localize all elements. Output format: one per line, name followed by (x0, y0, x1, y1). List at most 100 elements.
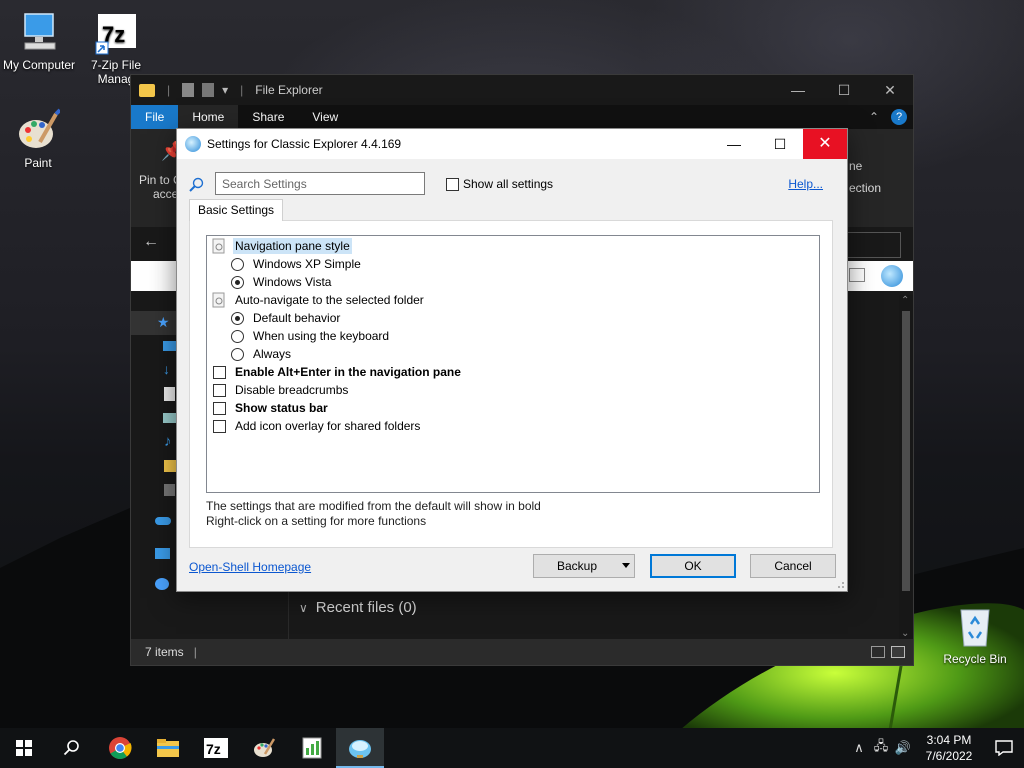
chevron-up-icon[interactable]: ⌃ (869, 110, 879, 124)
backup-button[interactable]: Backup (533, 554, 635, 578)
tree-radio-windows-vista[interactable]: Windows Vista (231, 273, 333, 291)
maximize-icon[interactable]: ☐ (757, 129, 803, 159)
dialog-title: Settings for Classic Explorer 4.4.169 (207, 137, 402, 151)
tree-item-label: When using the keyboard (253, 329, 390, 343)
tree-radio-using-keyboard[interactable]: When using the keyboard (231, 327, 391, 345)
scrollbar-thumb[interactable] (902, 311, 910, 591)
checkbox[interactable] (213, 383, 226, 397)
back-arrow-icon[interactable]: ← (143, 233, 159, 251)
tree-radio-xp-simple[interactable]: Windows XP Simple (231, 255, 363, 273)
tree-radio-always[interactable]: Always (231, 345, 293, 363)
volume-icon[interactable]: 🔊 (892, 740, 914, 756)
chevron-up-icon[interactable]: ∧ (848, 740, 870, 756)
recent-files-group[interactable]: ∨ Recent files (0) (299, 599, 417, 616)
chevron-down-icon[interactable]: ▾ (222, 83, 228, 97)
desktop-icon-paint[interactable]: Paint (0, 108, 76, 170)
open-shell-homepage-link[interactable]: Open-Shell Homepage (189, 560, 311, 574)
close-icon[interactable]: ✕ (803, 129, 847, 159)
taskbar-7zip[interactable]: 7z (192, 728, 240, 768)
settings-tree[interactable]: Navigation pane style Windows XP Simple … (206, 235, 820, 493)
right-click-note: Right-click on a setting for more functi… (206, 514, 427, 528)
explorer-titlebar[interactable]: | ▾ | File Explorer — ☐ ✕ (131, 75, 913, 105)
checkbox[interactable] (213, 401, 226, 415)
tab-basic-settings[interactable]: Basic Settings (189, 199, 284, 221)
tree-item-label: Show status bar (235, 401, 328, 415)
settings-dialog[interactable]: Settings for Classic Explorer 4.4.169 — … (176, 128, 848, 592)
ribbon-right-label: ne (849, 159, 863, 173)
radio-button[interactable] (231, 347, 244, 361)
tree-item-label: Always (253, 347, 292, 361)
minimize-icon[interactable]: — (775, 82, 821, 99)
taskbar-search-button[interactable] (48, 728, 96, 768)
help-link[interactable]: Help... (788, 177, 823, 191)
radio-button[interactable] (231, 275, 244, 289)
action-center-button[interactable] (984, 740, 1024, 756)
network-icon[interactable]: 🖧 (870, 737, 892, 759)
ribbon-right-label-2: ection (849, 181, 882, 195)
details-view-icon[interactable] (871, 646, 885, 658)
tab-view[interactable]: View (298, 105, 352, 129)
checkbox[interactable] (446, 177, 459, 191)
taskbar-paint[interactable] (240, 728, 288, 768)
toolbar-view-icon[interactable] (849, 268, 865, 282)
scroll-down-icon[interactable]: ⌄ (901, 628, 909, 639)
radio-button[interactable] (231, 329, 244, 343)
start-icon (16, 740, 32, 756)
tree-radio-default-behavior[interactable]: Default behavior (231, 309, 342, 327)
tree-group-navigation-pane-style[interactable]: Navigation pane style (211, 237, 352, 255)
desktop-icon-my-computer[interactable]: My Computer (1, 10, 77, 72)
pin-label-2: acce (153, 187, 179, 201)
taskbar-notepad-chart[interactable] (288, 728, 336, 768)
help-icon[interactable]: ? (891, 109, 907, 125)
desktop-icon-recycle-bin[interactable]: Recycle Bin (937, 604, 1013, 666)
tab-home[interactable]: Home (178, 105, 239, 129)
clock-date: 7/6/2022 (925, 749, 973, 763)
classic-shell-icon[interactable] (881, 265, 903, 287)
new-folder-icon[interactable] (202, 83, 215, 97)
file-explorer-icon (157, 739, 179, 757)
close-icon[interactable]: ✕ (867, 82, 913, 99)
paint-icon (16, 108, 62, 152)
taskbar-chrome[interactable] (96, 728, 144, 768)
tree-item-label: Windows Vista (253, 275, 332, 289)
radio-button[interactable] (231, 311, 244, 325)
tree-check-alt-enter[interactable]: Enable Alt+Enter in the navigation pane (213, 363, 463, 381)
search-icon (63, 740, 79, 756)
documents-icon (164, 387, 175, 401)
tree-item-label: Auto-navigate to the selected folder (235, 293, 424, 307)
large-icons-view-icon[interactable] (891, 646, 905, 658)
settings-panel: Navigation pane style Windows XP Simple … (189, 220, 833, 548)
tree-check-icon-overlay[interactable]: Add icon overlay for shared folders (213, 417, 422, 435)
properties-icon[interactable] (182, 83, 195, 97)
explorer-scrollbar[interactable]: ⌃ ⌄ (899, 295, 913, 639)
ok-button[interactable]: OK (650, 554, 736, 578)
scroll-up-icon[interactable]: ⌃ (901, 295, 909, 306)
system-tray: ∧ 🖧 🔊 3:04 PM 7/6/2022 (848, 728, 1024, 768)
start-button[interactable] (0, 728, 48, 768)
dialog-titlebar[interactable]: Settings for Classic Explorer 4.4.169 — … (177, 129, 847, 159)
tree-check-show-status-bar[interactable]: Show status bar (213, 399, 330, 417)
search-settings-input[interactable] (215, 172, 425, 195)
radio-button[interactable] (231, 257, 244, 271)
taskbar-clock[interactable]: 3:04 PM 7/6/2022 (914, 732, 984, 764)
show-all-settings-checkbox[interactable]: Show all settings (446, 177, 553, 191)
taskbar-file-explorer[interactable] (144, 728, 192, 768)
resize-grip-icon[interactable] (835, 579, 845, 589)
explorer-search-box[interactable] (845, 232, 901, 258)
maximize-icon[interactable]: ☐ (821, 82, 867, 99)
tree-check-disable-breadcrumbs[interactable]: Disable breadcrumbs (213, 381, 350, 399)
checkbox[interactable] (213, 365, 226, 379)
tab-share[interactable]: Share (238, 105, 298, 129)
tree-group-auto-navigate[interactable]: Auto-navigate to the selected folder (211, 291, 426, 309)
cancel-button[interactable]: Cancel (750, 554, 836, 578)
chrome-icon (109, 737, 132, 759)
download-icon: ↓ (163, 361, 170, 377)
classic-shell-icon (349, 740, 371, 758)
folder-icon (139, 83, 155, 97)
minimize-icon[interactable]: — (711, 129, 757, 159)
tab-file[interactable]: File (131, 105, 179, 129)
taskbar-classic-shell[interactable] (336, 728, 384, 768)
checkbox[interactable] (213, 419, 226, 433)
7zip-icon: 7z (94, 12, 138, 56)
classic-shell-icon (185, 136, 201, 152)
